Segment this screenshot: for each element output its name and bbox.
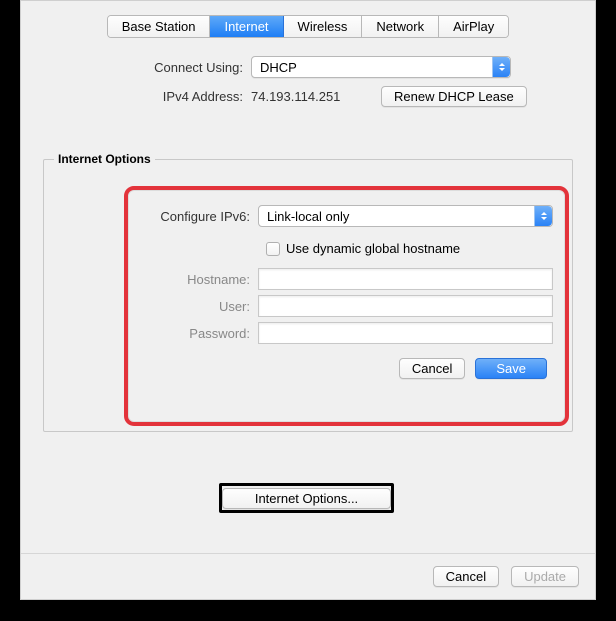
- renew-dhcp-button[interactable]: Renew DHCP Lease: [381, 86, 527, 107]
- configure-ipv6-select[interactable]: Link-local only: [258, 205, 553, 227]
- tab-bar: Base Station Internet Wireless Network A…: [21, 1, 595, 50]
- dynamic-hostname-row: Use dynamic global hostname: [266, 241, 553, 256]
- connect-using-row: Connect Using: DHCP: [21, 56, 595, 78]
- hostname-label: Hostname:: [128, 272, 258, 287]
- user-field[interactable]: [258, 295, 553, 317]
- password-label: Password:: [128, 326, 258, 341]
- sheet-cancel-button[interactable]: Cancel: [399, 358, 465, 379]
- tab-airplay[interactable]: AirPlay: [439, 16, 508, 37]
- options-sheet: Configure IPv6: Link-local only Use dyna…: [124, 186, 569, 426]
- user-row: User:: [128, 295, 553, 317]
- ipv4-row: IPv4 Address: 74.193.114.251 Renew DHCP …: [21, 86, 595, 107]
- select-arrows-icon: [534, 206, 552, 226]
- ipv4-label: IPv4 Address:: [21, 89, 251, 104]
- password-field[interactable]: [258, 322, 553, 344]
- ipv4-value: 74.193.114.251: [251, 89, 381, 104]
- hostname-field[interactable]: [258, 268, 553, 290]
- connect-using-select[interactable]: DHCP: [251, 56, 511, 78]
- internet-options-highlight: Internet Options...: [219, 483, 394, 513]
- internet-options-group: Internet Options Configure IPv6: Link-lo…: [43, 159, 573, 432]
- internet-options-button[interactable]: Internet Options...: [222, 488, 391, 509]
- bottom-bar: Cancel Update: [21, 553, 595, 599]
- tab-network[interactable]: Network: [362, 16, 439, 37]
- password-row: Password:: [128, 322, 553, 344]
- dynamic-hostname-label: Use dynamic global hostname: [286, 241, 460, 256]
- configure-ipv6-value: Link-local only: [267, 209, 349, 224]
- user-label: User:: [128, 299, 258, 314]
- tab-base-station[interactable]: Base Station: [108, 16, 211, 37]
- configure-ipv6-label: Configure IPv6:: [128, 209, 258, 224]
- update-button[interactable]: Update: [511, 566, 579, 587]
- select-arrows-icon: [492, 57, 510, 77]
- preferences-panel: Base Station Internet Wireless Network A…: [20, 0, 596, 600]
- tab-internet[interactable]: Internet: [210, 16, 283, 37]
- configure-ipv6-row: Configure IPv6: Link-local only: [128, 205, 553, 227]
- sheet-save-button[interactable]: Save: [475, 358, 547, 379]
- hostname-row: Hostname:: [128, 268, 553, 290]
- tab-segment: Base Station Internet Wireless Network A…: [107, 15, 510, 38]
- connect-using-value: DHCP: [260, 60, 297, 75]
- cancel-button[interactable]: Cancel: [433, 566, 499, 587]
- group-title: Internet Options: [54, 152, 155, 166]
- dynamic-hostname-checkbox[interactable]: [266, 242, 280, 256]
- connect-using-label: Connect Using:: [21, 60, 251, 75]
- sheet-button-row: Cancel Save: [128, 358, 547, 379]
- tab-wireless[interactable]: Wireless: [284, 16, 363, 37]
